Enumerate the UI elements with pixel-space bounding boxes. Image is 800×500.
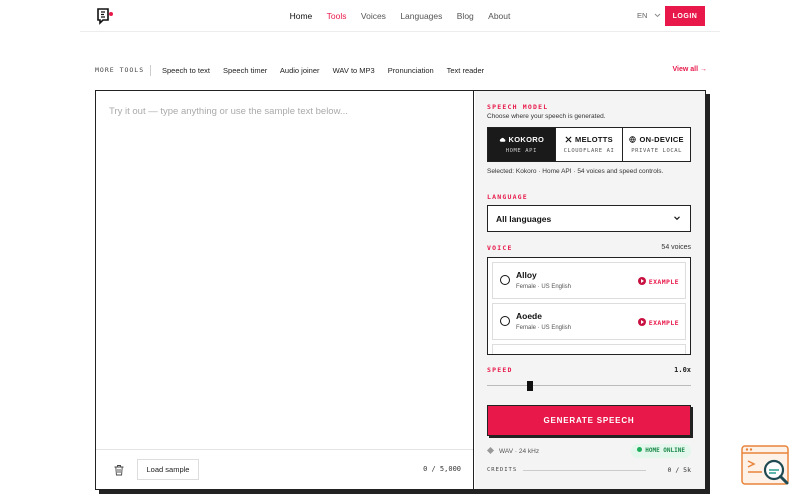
tool-audio-joiner[interactable]: Audio joiner <box>280 66 320 75</box>
speech-model-subtitle: Choose where your speech is generated. <box>487 113 606 120</box>
generate-speech-button[interactable]: GENERATE SPEECH <box>487 405 691 436</box>
globe-icon <box>629 136 637 143</box>
trash-icon[interactable] <box>113 464 125 476</box>
voice-item-aoede[interactable]: Aoede Female · US English EXAMPLE <box>492 303 686 340</box>
chevron-down-icon <box>654 13 660 18</box>
nav-voices[interactable]: Voices <box>361 11 386 21</box>
sparkle-icon <box>565 136 572 143</box>
speed-value: 1.0x <box>674 366 691 374</box>
more-tools-bar: MORE TOOLS Speech to text Speech timer A… <box>95 65 707 77</box>
audio-format-text: WAV · 24 kHz <box>499 448 540 455</box>
selected-model-info: Selected: Kokoro · Home API · 54 voices … <box>487 168 664 175</box>
view-all-link[interactable]: View all → <box>673 66 708 73</box>
model-name: ON-DEVICE <box>639 135 684 144</box>
model-sub: PRIVATE LOCAL <box>631 148 683 154</box>
top-header: Home Tools Voices Languages Blog About E… <box>80 0 720 32</box>
voice-radio[interactable] <box>500 316 510 326</box>
audio-format: WAV · 24 kHz <box>486 446 540 455</box>
divider <box>150 65 151 76</box>
voice-list[interactable]: Alloy Female · US English EXAMPLE Aoede … <box>487 257 691 355</box>
nav-about[interactable]: About <box>488 11 510 21</box>
credits-label: CREDITS <box>487 467 518 473</box>
model-option-kokoro[interactable]: KOKORO HOME API <box>488 128 556 161</box>
language-switcher[interactable]: EN <box>637 11 661 20</box>
more-tools-label: MORE TOOLS <box>95 66 145 74</box>
text-input[interactable] <box>96 91 473 449</box>
speed-slider-track[interactable] <box>487 385 691 386</box>
model-name: MELOTTS <box>575 135 613 144</box>
language-value: All languages <box>496 214 552 224</box>
voice-name: Aoede <box>516 311 542 321</box>
nav-languages[interactable]: Languages <box>400 11 442 21</box>
voice-item-next[interactable] <box>492 344 686 354</box>
server-status-badge: HOME ONLINE <box>631 444 691 458</box>
speech-model-title: SPEECH MODEL <box>487 103 549 111</box>
speed-title: SPEED <box>487 366 513 374</box>
model-option-on-device[interactable]: ON-DEVICE PRIVATE LOCAL <box>623 128 690 161</box>
play-icon <box>637 277 646 285</box>
model-sub: HOME API <box>505 148 537 154</box>
tool-speech-timer[interactable]: Speech timer <box>223 66 267 75</box>
model-option-melotts[interactable]: MELOTTS CLOUDFLARE AI <box>556 128 624 161</box>
play-icon <box>637 318 646 326</box>
login-button[interactable]: LOGIN <box>665 6 705 26</box>
editor-footer: Load sample 0 / 5,000 <box>96 449 473 489</box>
character-counter: 0 / 5,000 <box>423 465 461 473</box>
speed-slider-thumb[interactable] <box>527 381 533 391</box>
nav-home[interactable]: Home <box>290 11 313 21</box>
model-name: KOKORO <box>508 135 545 144</box>
voice-title: VOICE <box>487 244 513 252</box>
tool-links: Speech to text Speech timer Audio joiner… <box>162 66 495 75</box>
credits-value: 0 / 5k <box>667 466 691 474</box>
chevron-down-icon <box>674 216 680 221</box>
tool-speech-to-text[interactable]: Speech to text <box>162 66 210 75</box>
search-badge-icon[interactable] <box>740 444 792 488</box>
nav-blog[interactable]: Blog <box>457 11 474 21</box>
voice-item-alloy[interactable]: Alloy Female · US English EXAMPLE <box>492 262 686 299</box>
example-button[interactable]: EXAMPLE <box>637 318 679 327</box>
status-dot-icon <box>637 447 643 452</box>
example-button[interactable]: EXAMPLE <box>637 277 679 286</box>
voice-meta: Female · US English <box>516 284 572 290</box>
editor-pane: Load sample 0 / 5,000 <box>96 91 474 489</box>
example-label: EXAMPLE <box>648 278 679 286</box>
voice-radio[interactable] <box>500 275 510 285</box>
server-status-text: HOME ONLINE <box>645 447 685 454</box>
diamond-icon <box>486 446 495 455</box>
tool-pronunciation[interactable]: Pronunciation <box>388 66 434 75</box>
example-label: EXAMPLE <box>648 319 679 327</box>
model-sub: CLOUDFLARE AI <box>563 148 615 154</box>
language-title: LANGUAGE <box>487 193 528 201</box>
voice-name: Alloy <box>516 270 537 280</box>
model-selector: KOKORO HOME API MELOTTS CLOUDFLARE AI ON… <box>487 127 691 162</box>
tool-wav-to-mp3[interactable]: WAV to MP3 <box>333 66 375 75</box>
voice-count: 54 voices <box>661 244 691 251</box>
settings-panel: SPEECH MODEL Choose where your speech is… <box>475 91 705 489</box>
tts-card: Load sample 0 / 5,000 SPEECH MODEL Choos… <box>95 90 706 490</box>
main-nav: Home Tools Voices Languages Blog About <box>80 11 720 21</box>
tool-text-reader[interactable]: Text reader <box>447 66 485 75</box>
cloud-icon <box>499 137 505 142</box>
nav-tools[interactable]: Tools <box>327 11 347 21</box>
credits-bar <box>523 470 646 471</box>
language-code: EN <box>637 11 648 20</box>
voice-meta: Female · US English <box>516 325 572 331</box>
load-sample-button[interactable]: Load sample <box>137 459 199 480</box>
language-select[interactable]: All languages <box>487 205 691 232</box>
